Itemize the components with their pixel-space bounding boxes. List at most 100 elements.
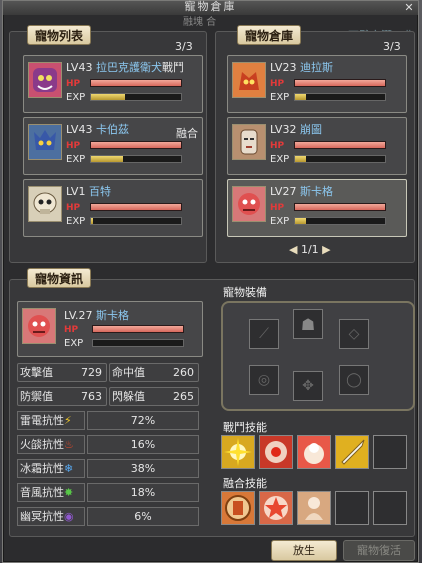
equip-slot-head[interactable]: ☗ <box>293 309 323 339</box>
storage-pager: ◀ 1/1 ▶ <box>289 243 331 256</box>
burst-skill-icon <box>224 438 252 466</box>
pet-level-name: LV27 斯卡格 <box>270 185 333 198</box>
stat-defense: 防禦值 763 <box>17 387 107 406</box>
equip-slot-necklace[interactable]: ◇ <box>339 319 369 349</box>
pet-storage-count: 3/3 <box>383 40 401 53</box>
exp-bar <box>90 93 182 101</box>
release-button[interactable]: 放生 <box>271 540 337 561</box>
battle-skill-2[interactable] <box>259 435 293 469</box>
exp-label: EXP <box>64 338 84 349</box>
fusion-skill-1[interactable] <box>221 491 255 525</box>
resistance-value: 72% <box>87 411 199 430</box>
revive-button[interactable]: 寵物復活 <box>343 540 415 561</box>
pet-level-name: LV43 卡伯茲 <box>66 123 129 136</box>
equipment-title: 寵物裝備 <box>223 286 267 299</box>
exp-bar-fill <box>295 94 306 100</box>
exp-label: EXP <box>66 154 86 165</box>
fusion-skill-3[interactable] <box>297 491 331 525</box>
hp-bar <box>294 79 386 87</box>
pet-list-card-1[interactable]: LV43 拉巴克護衛犬戰鬥 HP EXP <box>23 55 203 113</box>
pet-level-name: LV.27 斯卡格 <box>64 309 130 322</box>
equip-slot-claw[interactable]: ⟋ <box>249 319 279 349</box>
page-indicator: 1/1 <box>300 243 319 256</box>
equip-slot-ring[interactable]: ◎ <box>249 365 279 395</box>
resistance-value: 18% <box>87 483 199 502</box>
battle-skill-3[interactable] <box>297 435 331 469</box>
resistance-wind: 音風抗性✸ 18% <box>17 483 199 502</box>
battle-skill-4[interactable] <box>335 435 369 469</box>
bracelet-slot-icon: ◯ <box>346 372 362 388</box>
pet-list-card-2[interactable]: LV43 卡伯茲 融合 HP EXP <box>23 117 203 175</box>
battle-skill-slot-empty[interactable] <box>373 435 407 469</box>
hp-label: HP <box>66 79 81 89</box>
lightning-icon: ⚡ <box>64 414 72 427</box>
pet-portrait-icon <box>22 308 56 344</box>
dark-icon: ◉ <box>64 510 74 523</box>
exp-bar-fill <box>91 218 93 224</box>
resistance-dark: 幽冥抗性◉ 6% <box>17 507 199 526</box>
pet-storage-card-1[interactable]: LV23 迪拉斯 HP EXP <box>227 55 407 113</box>
pet-storage-card-3-selected[interactable]: LV27 斯卡格 HP EXP <box>227 179 407 237</box>
pet-portrait-icon <box>28 62 62 98</box>
pet-portrait-icon <box>232 186 266 222</box>
fusion-skill-2[interactable] <box>259 491 293 525</box>
pet-level-name: LV1 百特 <box>66 185 111 198</box>
sword-skill-icon <box>341 439 365 465</box>
exp-bar <box>294 217 386 225</box>
battle-skills-title: 戰鬥技能 <box>223 421 267 434</box>
helmet-slot-icon: ☗ <box>300 314 316 334</box>
close-icon: ✕ <box>404 1 414 14</box>
resistance-ice: 冰霜抗性❄ 38% <box>17 459 199 478</box>
hp-label: HP <box>64 325 79 335</box>
pet-list-tab: 寵物列表 <box>27 25 92 45</box>
hp-bar <box>90 141 182 149</box>
resistance-label: 音風抗性✸ <box>17 483 85 502</box>
armor-slot-icon: ✥ <box>302 378 314 394</box>
exp-label: EXP <box>270 216 290 227</box>
resistance-value: 6% <box>87 507 199 526</box>
resistance-fire: 火燄抗性♨ 16% <box>17 435 199 454</box>
pet-list-count: 3/3 <box>175 40 193 53</box>
page-prev-icon[interactable]: ◀ <box>289 243 297 256</box>
fire-icon: ♨ <box>64 438 74 451</box>
page-next-icon[interactable]: ▶ <box>322 243 330 256</box>
pet-portrait-icon <box>232 124 266 160</box>
pet-warehouse-window: 寵物倉庫 ✕ 融塊 合 石雕之潛工曲 寵物列表 3/3 LV43 拉巴克護衛犬戰… <box>2 0 419 563</box>
necklace-slot-icon: ◇ <box>348 326 360 342</box>
exp-bar-fill <box>91 94 126 100</box>
subtitle-ghost-text: 融塊 合 <box>183 17 217 28</box>
snowflake-icon: ❄ <box>64 462 74 475</box>
hp-bar <box>92 325 184 333</box>
fusion-skill-slot-empty[interactable] <box>335 491 369 525</box>
resistance-value: 38% <box>87 459 199 478</box>
pet-storage-card-2[interactable]: LV32 崩圖 HP EXP <box>227 117 407 175</box>
equip-slot-bracelet[interactable]: ◯ <box>339 365 369 395</box>
pet-level-name: LV43 拉巴克護衛犬戰鬥 <box>66 61 184 74</box>
exp-bar <box>294 93 386 101</box>
battle-skill-1[interactable] <box>221 435 255 469</box>
pet-info-tab: 寵物資訊 <box>27 268 92 288</box>
fire-burst-skill-icon <box>265 441 287 463</box>
wind-icon: ✸ <box>64 486 74 499</box>
exp-bar-fill <box>91 156 123 162</box>
equip-slot-armor[interactable]: ✥ <box>293 371 323 401</box>
hp-label: HP <box>270 141 285 151</box>
exp-bar-fill <box>295 156 306 162</box>
pet-portrait-icon <box>28 186 62 222</box>
fusion-skills-title: 融合技能 <box>223 477 267 490</box>
hp-label: HP <box>66 141 81 151</box>
hp-bar <box>294 203 386 211</box>
punch-skill-icon <box>304 443 324 464</box>
pet-list-card-3[interactable]: LV1 百特 HP EXP <box>23 179 203 237</box>
resistance-label: 火燄抗性♨ <box>17 435 85 454</box>
exp-bar <box>92 339 184 347</box>
fusion-skill-slot-empty[interactable] <box>373 491 407 525</box>
close-button[interactable]: ✕ <box>402 1 416 15</box>
pet-status-tag: 融合 <box>176 127 198 140</box>
pet-portrait-icon <box>232 62 266 98</box>
pet-level-name: LV32 崩圖 <box>270 123 322 136</box>
exp-label: EXP <box>66 216 86 227</box>
ring-slot-icon: ◎ <box>257 372 271 388</box>
hp-label: HP <box>270 79 285 89</box>
pet-storage-tab: 寵物倉庫 <box>237 25 302 45</box>
